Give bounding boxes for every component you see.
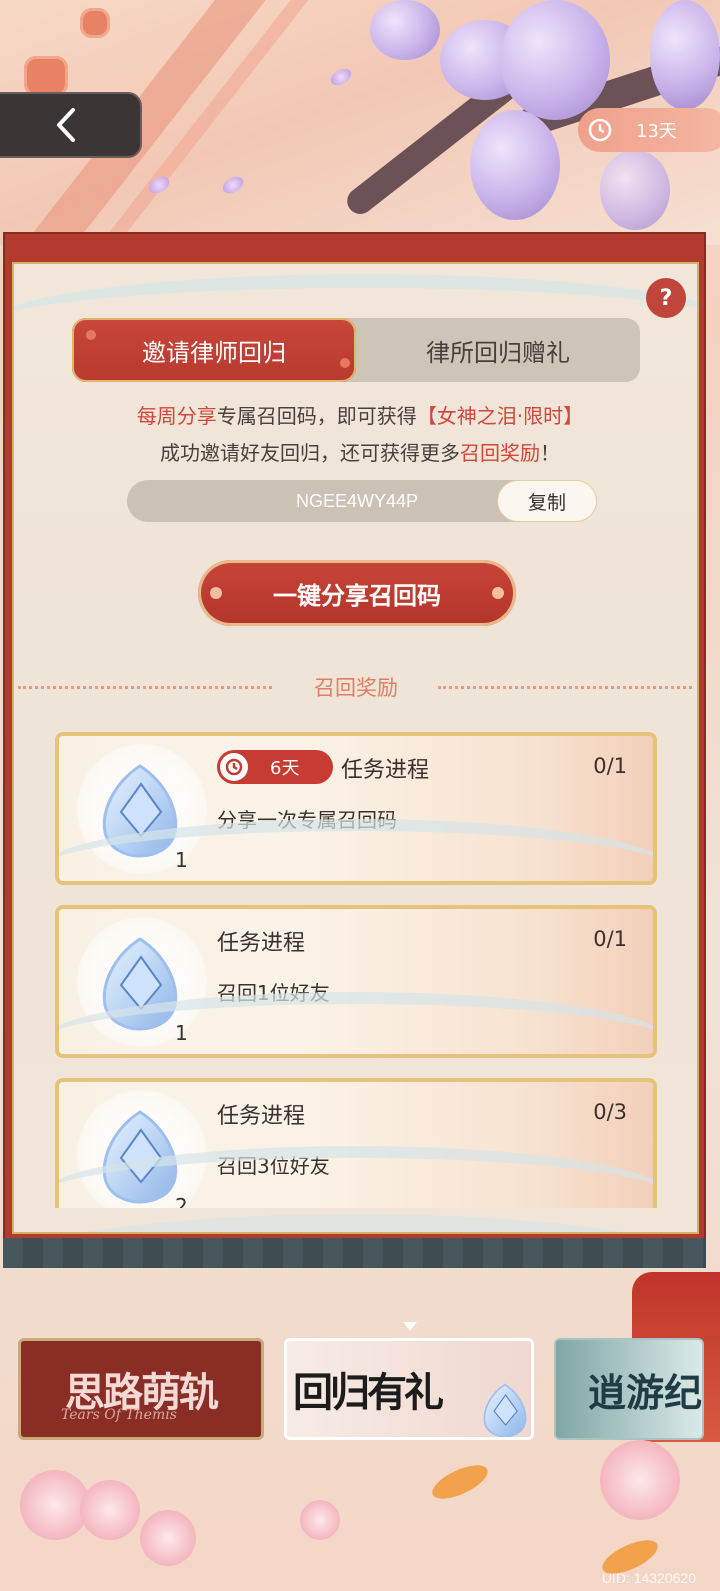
flower-dot-icon: [340, 358, 350, 368]
task-card: 2 任务进程 0/3 召回3位好友: [55, 1078, 657, 1208]
task-desc: 召回3位好友: [217, 1154, 330, 1178]
task-title: 任务进程: [341, 758, 430, 783]
lantern-decoration: [24, 56, 68, 96]
banner-title: 逍游纪: [588, 1369, 703, 1415]
description-line-2: 成功邀请好友回归，还可获得更多召回奖励！: [160, 441, 560, 465]
banner-subtitle: Tears Of Themis: [61, 1407, 177, 1423]
user-id: UID: 14320620: [601, 1570, 696, 1586]
leaf-decoration: [427, 1458, 493, 1506]
petal-decoration: [327, 65, 355, 89]
tear-gem-icon: [102, 764, 178, 858]
task-progress: 0/3: [593, 1100, 627, 1124]
task-desc: 分享一次专属召回码: [217, 808, 397, 832]
wisteria-flower: [650, 0, 720, 110]
flower-decoration: [80, 1480, 140, 1540]
timer-text: 13天: [636, 121, 677, 142]
share-label: 一键分享召回码: [273, 581, 441, 610]
flower-dot-icon: [86, 330, 96, 340]
chevron-left-icon: [57, 108, 75, 142]
tab-label: 律所回归赠礼: [426, 338, 570, 367]
selected-indicator-icon: [403, 1322, 417, 1331]
wisteria-flower: [470, 110, 560, 220]
clock-icon: [220, 753, 248, 781]
task-card: 1 任务进程 0/1 召回1位好友: [55, 905, 657, 1058]
share-recall-code-button[interactable]: 一键分享召回码: [198, 560, 516, 626]
copy-button[interactable]: 复制: [497, 480, 597, 522]
divider-right: [438, 686, 692, 689]
wisteria-flower: [600, 150, 670, 230]
task-timer-badge: 6天: [217, 750, 333, 784]
event-timer: 13天: [578, 108, 720, 152]
task-progress: 0/1: [593, 927, 627, 951]
tear-gem-icon: [483, 1383, 527, 1437]
wisteria-flower: [370, 0, 440, 60]
flower-dot-icon: [492, 587, 504, 599]
banner-event-return-gifts[interactable]: 回归有礼: [284, 1338, 534, 1440]
wave-decoration: [14, 1214, 697, 1232]
tab-invite-lawyer[interactable]: 邀请律师回归: [72, 318, 356, 382]
reward-count: 1: [175, 1021, 188, 1045]
task-title: 任务进程: [217, 931, 306, 956]
tear-gem-icon: [102, 937, 178, 1031]
task-card: 1 6天 任务进程 0/1 分享一次专属召回码: [55, 732, 657, 885]
petal-decoration: [219, 173, 247, 197]
flower-decoration: [300, 1500, 340, 1540]
task-desc: 召回1位好友: [217, 981, 330, 1005]
flower-decoration: [600, 1440, 680, 1520]
wisteria-flower: [500, 0, 610, 120]
task-title: 任务进程: [217, 1104, 306, 1129]
flower-dot-icon: [210, 587, 222, 599]
reward-count: 2: [175, 1194, 188, 1208]
tear-gem-icon: [102, 1110, 178, 1204]
panel-frame-bottom: [3, 1238, 706, 1268]
question-icon: ?: [659, 285, 673, 311]
tab-firm-gifts[interactable]: 律所回归赠礼: [356, 318, 640, 382]
task-progress: 0/1: [593, 754, 627, 778]
tab-label: 邀请律师回归: [142, 338, 286, 367]
clock-icon: [588, 118, 612, 142]
banner-event-1[interactable]: 思路萌轨 Tears Of Themis: [18, 1338, 264, 1440]
flower-decoration: [140, 1510, 196, 1566]
back-button[interactable]: [0, 92, 142, 158]
copy-label: 复制: [527, 491, 566, 514]
help-button[interactable]: ?: [646, 278, 686, 318]
lantern-decoration: [80, 8, 110, 38]
reward-count: 1: [175, 848, 188, 872]
banner-event-3[interactable]: 逍游纪: [554, 1338, 704, 1440]
description-line-1: 每周分享专属召回码，即可获得【女神之泪·限时】: [136, 404, 584, 428]
